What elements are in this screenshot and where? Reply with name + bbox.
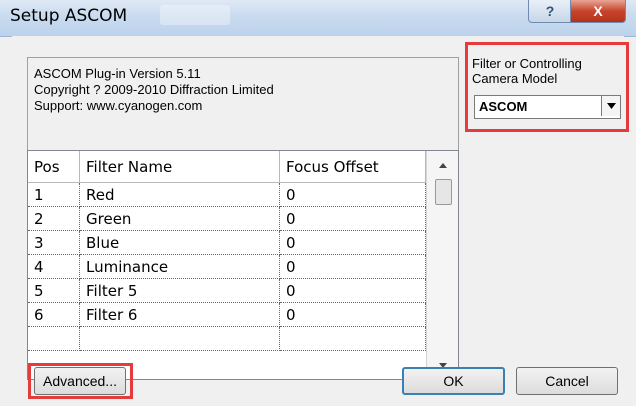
filter-name-cell[interactable]: Luminance [80,255,280,279]
pos-cell[interactable]: 2 [28,207,80,231]
filter-model-highlight [465,42,629,132]
title-bar: Setup ASCOM ? X [0,0,636,37]
grid-scrollbar[interactable] [426,151,458,379]
column-header-filter-name[interactable]: Filter Name [80,151,280,183]
pos-cell[interactable]: 3 [28,231,80,255]
focus-offset-cell[interactable]: 0 [280,183,426,207]
filter-grid[interactable]: Pos Filter Name Focus Offset 1 Red 0 2 G… [27,150,459,380]
filter-name-cell[interactable]: Red [80,183,280,207]
pos-cell[interactable]: 4 [28,255,80,279]
focus-offset-cell[interactable]: 0 [280,255,426,279]
help-icon: ? [545,3,555,19]
table-row[interactable]: 3 Blue 0 [28,231,426,255]
pos-cell[interactable]: 5 [28,279,80,303]
scroll-up-icon[interactable] [427,151,458,179]
copyright-text: Copyright ? 2009-2010 Diffraction Limite… [34,82,274,97]
table-row[interactable]: 6 Filter 6 0 [28,303,426,327]
filter-name-cell[interactable]: Green [80,207,280,231]
pos-cell[interactable]: 1 [28,183,80,207]
ok-button[interactable]: OK [402,367,505,395]
table-row[interactable]: 2 Green 0 [28,207,426,231]
close-button[interactable]: X [570,0,626,23]
pos-cell[interactable] [28,327,80,351]
pos-cell[interactable]: 6 [28,303,80,327]
title-bar-ghost [160,5,230,25]
version-text: ASCOM Plug-in Version 5.11 [34,66,201,81]
focus-offset-cell[interactable]: 0 [280,231,426,255]
support-text: Support: www.cyanogen.com [34,98,203,113]
scrollbar-thumb[interactable] [435,179,452,205]
info-panel: ASCOM Plug-in Version 5.11 Copyright ? 2… [27,57,459,159]
window-title: Setup ASCOM [10,6,128,26]
table-row-partial[interactable] [28,327,426,351]
focus-offset-cell[interactable]: 0 [280,279,426,303]
table-row[interactable]: 4 Luminance 0 [28,255,426,279]
help-button[interactable]: ? [528,0,572,23]
focus-offset-cell[interactable] [280,327,426,351]
focus-offset-cell[interactable]: 0 [280,303,426,327]
filter-name-cell[interactable] [80,327,280,351]
filter-name-cell[interactable]: Filter 6 [80,303,280,327]
close-icon: X [593,3,603,19]
dialog-body: ASCOM Plug-in Version 5.11 Copyright ? 2… [12,36,629,399]
focus-offset-cell[interactable]: 0 [280,207,426,231]
table-row[interactable]: 1 Red 0 [28,183,426,207]
filter-name-cell[interactable]: Blue [80,231,280,255]
advanced-highlight [28,363,133,399]
column-header-focus-offset[interactable]: Focus Offset [280,151,426,183]
filter-name-cell[interactable]: Filter 5 [80,279,280,303]
table-row[interactable]: 5 Filter 5 0 [28,279,426,303]
column-header-pos[interactable]: Pos [28,151,80,183]
cancel-button[interactable]: Cancel [516,367,618,395]
